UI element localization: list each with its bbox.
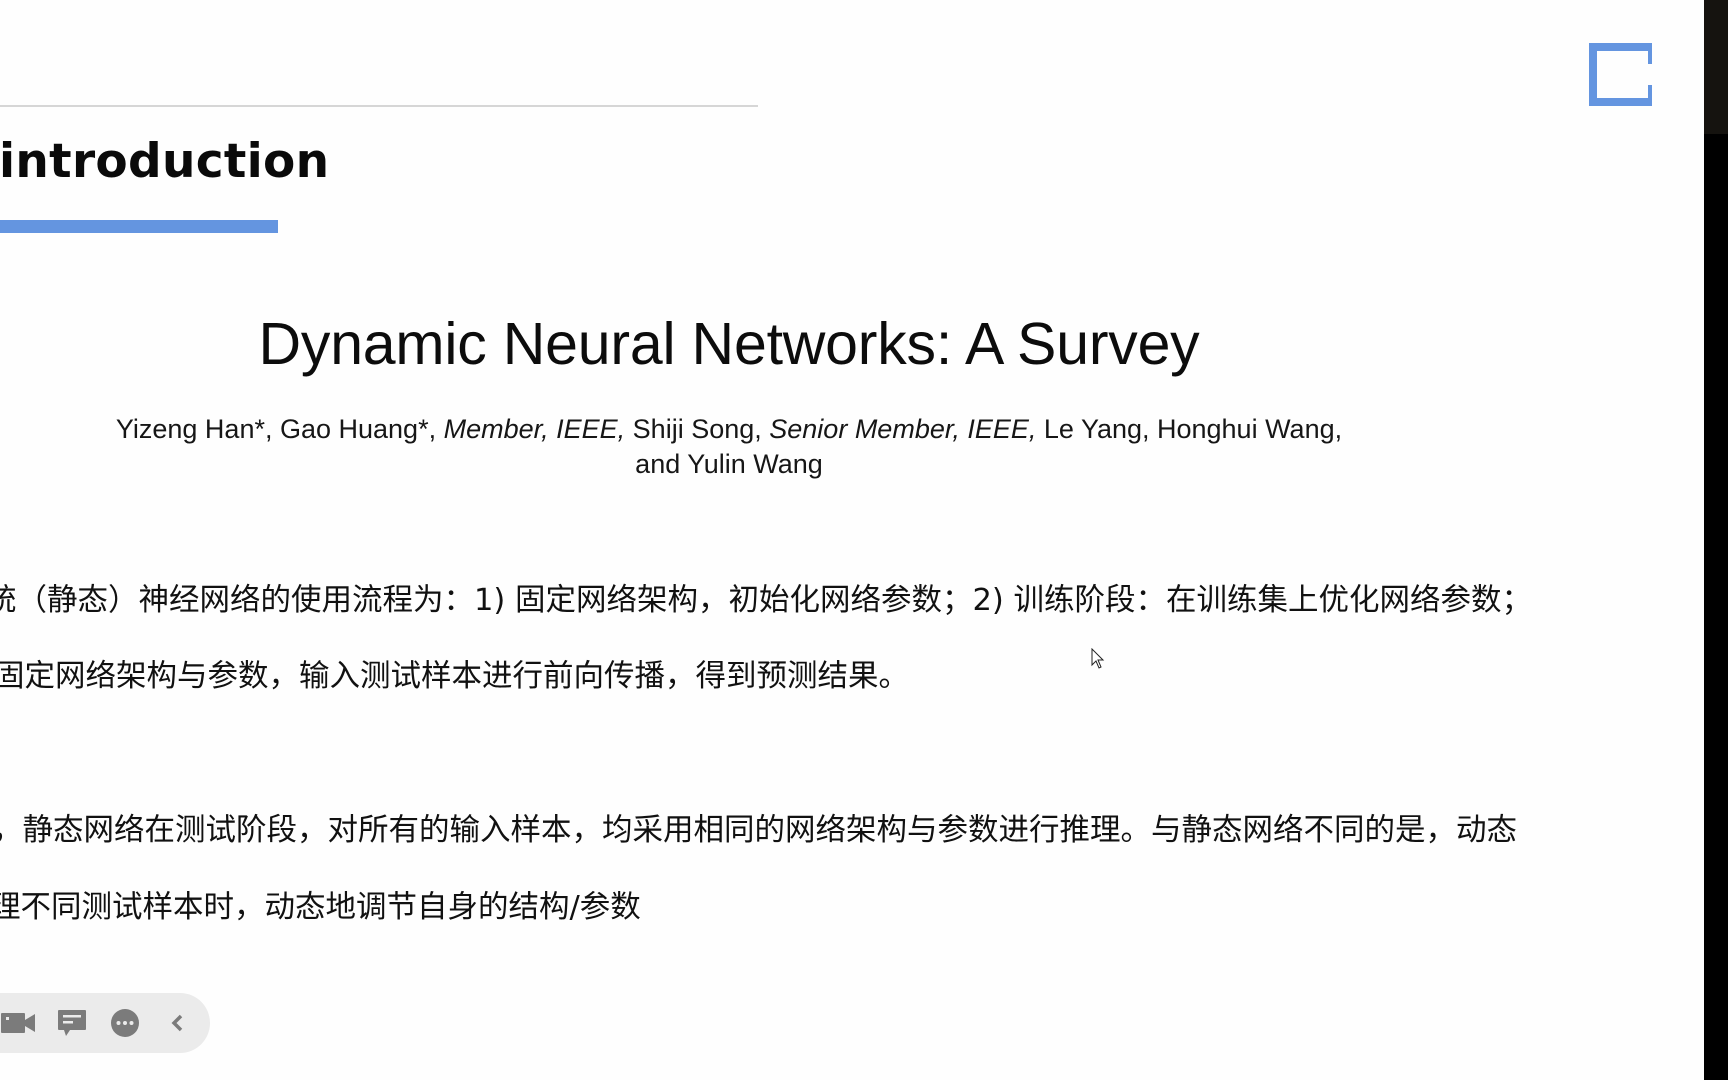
author-names: Shiji Song, xyxy=(625,414,770,444)
paper-title: Dynamic Neural Networks: A Survey xyxy=(258,311,1200,377)
body-text-line: 理不同测试样本时，动态地调节自身的结构/参数 xyxy=(0,890,641,925)
meeting-toolbar xyxy=(0,993,210,1053)
collapse-toolbar-button[interactable] xyxy=(155,993,199,1053)
body-text-line: ，静态网络在测试阶段，对所有的输入样本，均采用相同的网络架构与参数进行推理。与静… xyxy=(0,813,1517,848)
author-names: Yizeng Han*, Gao Huang*, xyxy=(115,414,444,444)
author-names: Le Yang, Honghui Wang, xyxy=(1036,414,1343,444)
video-camera-icon xyxy=(1,1013,35,1033)
section-heading: introduction xyxy=(0,134,330,189)
more-icon xyxy=(111,1009,139,1037)
body-text-line: 统（静态）神经网络的使用流程为：1) 固定网络架构，初始化网络参数；2) 训练阶… xyxy=(0,583,1532,618)
video-button[interactable] xyxy=(0,993,40,1053)
chevron-left-icon xyxy=(171,1014,183,1032)
more-button[interactable] xyxy=(103,993,147,1053)
paper-authors: Yizeng Han*, Gao Huang*, Member, IEEE, S… xyxy=(0,412,1458,482)
header-divider xyxy=(0,105,758,107)
heading-underline-bar xyxy=(0,220,278,233)
chat-button[interactable] xyxy=(50,993,94,1053)
authors-line-1: Yizeng Han*, Gao Huang*, Member, IEEE, S… xyxy=(0,412,1458,447)
body-text-line: 固定网络架构与参数，输入测试样本进行前向传播，得到预测结果。 xyxy=(0,659,909,694)
author-role: Senior Member, IEEE, xyxy=(769,414,1037,444)
window-edge xyxy=(1704,0,1728,1080)
chat-icon xyxy=(58,1010,86,1036)
author-role: Member, IEEE, xyxy=(443,414,626,444)
window-edge-top xyxy=(1704,0,1728,134)
authors-line-2: and Yulin Wang xyxy=(635,449,823,479)
presentation-slide: introduction Dynamic Neural Networks: A … xyxy=(0,0,1704,1080)
mouse-pointer-icon xyxy=(1091,648,1105,669)
bracket-logo-icon xyxy=(1589,43,1652,106)
